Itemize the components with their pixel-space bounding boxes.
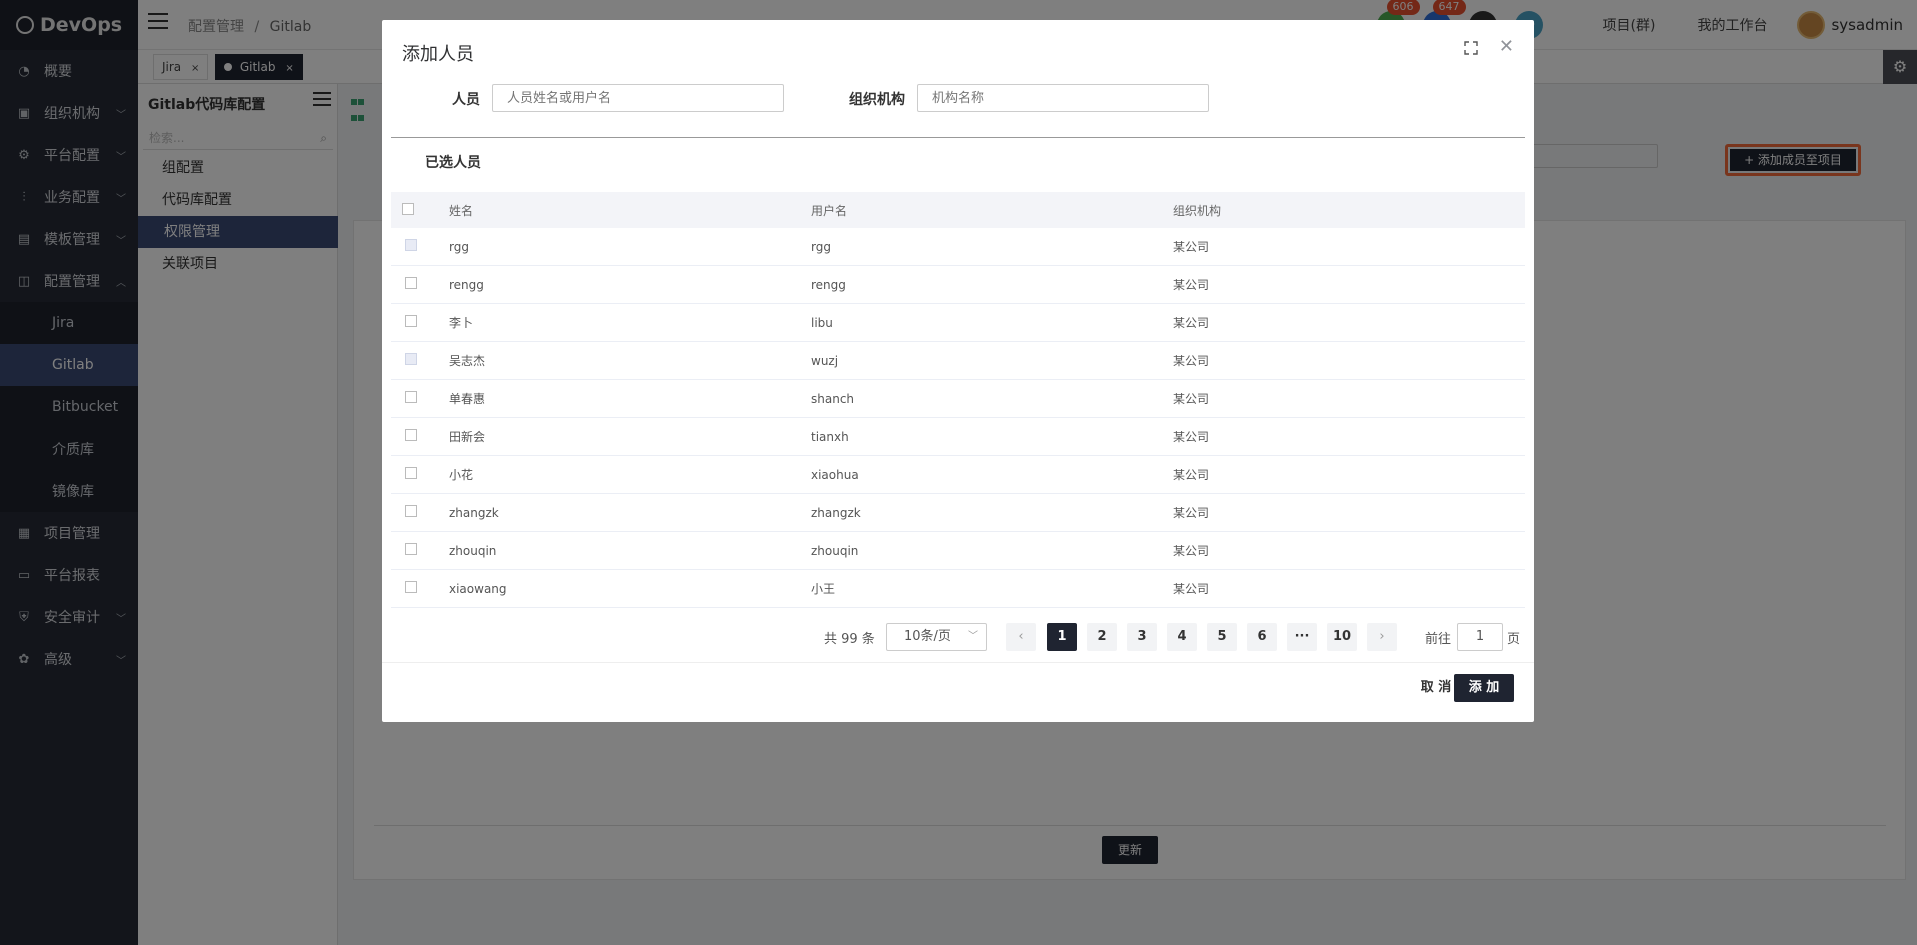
row-checkbox[interactable] [405, 505, 417, 517]
cell-name: 单春惠 [449, 392, 486, 406]
cell-username: rengg [811, 277, 846, 292]
cell-name: xiaowang [449, 581, 507, 596]
cell-org: 某公司 [1173, 316, 1210, 330]
goto-unit: 页 [1507, 632, 1521, 647]
cell-org: 某公司 [1173, 468, 1210, 482]
page-button[interactable]: 4 [1167, 623, 1197, 651]
cell-org: 某公司 [1173, 354, 1210, 368]
cell-username: 小王 [811, 582, 836, 596]
table-header: 姓名 用户名 组织机构 [391, 192, 1525, 228]
table-row[interactable]: 单春惠 shanch 某公司 [391, 380, 1525, 418]
table-row[interactable]: 李卜 libu 某公司 [391, 304, 1525, 342]
fullscreen-icon[interactable] [1464, 41, 1478, 55]
person-search-input[interactable] [492, 84, 784, 112]
table-row[interactable]: rengg rengg 某公司 [391, 266, 1525, 304]
cell-name: zhouqin [449, 543, 497, 558]
more-pages-button[interactable]: ··· [1287, 623, 1317, 651]
cell-org: 某公司 [1173, 582, 1210, 596]
table-row[interactable]: 吴志杰 wuzj 某公司 [391, 342, 1525, 380]
table-row[interactable]: zhouqin zhouqin 某公司 [391, 532, 1525, 570]
cell-name: 田新会 [449, 430, 486, 444]
divider [391, 137, 1525, 138]
page-button[interactable]: 10 [1327, 623, 1357, 651]
cell-org: 某公司 [1173, 278, 1210, 292]
cell-org: 某公司 [1173, 392, 1210, 406]
row-checkbox[interactable] [405, 581, 417, 593]
cell-name: 李卜 [449, 316, 474, 330]
table-row[interactable]: rgg rgg 某公司 [391, 228, 1525, 266]
person-label: 人员 [452, 92, 480, 108]
add-button[interactable]: 添 加 [1454, 674, 1514, 702]
page-button[interactable]: 1 [1047, 623, 1077, 651]
table-row[interactable]: zhangzk zhangzk 某公司 [391, 494, 1525, 532]
cell-name: zhangzk [449, 505, 499, 520]
person-table: 姓名 用户名 组织机构 rgg rgg 某公司 rengg rengg 某公司 李卜 libu… [391, 192, 1525, 608]
goto-label: 前往 [1425, 632, 1452, 647]
org-search-input[interactable] [917, 84, 1209, 112]
close-icon[interactable]: ✕ [1499, 36, 1514, 57]
select-all-checkbox[interactable] [402, 202, 414, 215]
page-button[interactable]: 6 [1247, 623, 1277, 651]
page-button[interactable]: 5 [1207, 623, 1237, 651]
cell-username: zhangzk [811, 505, 861, 520]
cell-org: 某公司 [1173, 240, 1210, 254]
chevron-down-icon: ﹀ [968, 631, 978, 642]
next-page-button[interactable]: › [1367, 623, 1397, 651]
cell-username: wuzj [811, 353, 839, 368]
page-button[interactable]: 2 [1087, 623, 1117, 651]
cell-name: rengg [449, 277, 484, 292]
table-row[interactable]: 田新会 tianxh 某公司 [391, 418, 1525, 456]
goto-page-input[interactable]: 1 [1457, 623, 1503, 651]
cell-name: 吴志杰 [449, 354, 486, 368]
row-checkbox[interactable] [405, 277, 417, 289]
column-header-username: 用户名 [811, 203, 848, 218]
row-checkbox[interactable] [405, 429, 417, 441]
cell-org: 某公司 [1173, 506, 1210, 520]
column-header-name: 姓名 [449, 203, 474, 218]
cell-username: shanch [811, 391, 855, 406]
cell-username: xiaohua [811, 467, 859, 482]
cell-org: 某公司 [1173, 430, 1210, 444]
row-checkbox[interactable] [405, 239, 417, 251]
selected-persons-label: 已选人员 [425, 155, 481, 171]
cell-username: libu [811, 315, 833, 330]
cell-name: rgg [449, 239, 469, 254]
dialog-title: 添加人员 [402, 44, 474, 65]
cell-username: rgg [811, 239, 831, 254]
page-button[interactable]: 3 [1127, 623, 1157, 651]
cell-username: tianxh [811, 429, 849, 444]
page-size-value: 10条/页 [904, 629, 951, 644]
pagination-total: 共 99 条 [824, 632, 875, 647]
row-checkbox[interactable] [405, 467, 417, 479]
cell-username: zhouqin [811, 543, 859, 558]
row-checkbox[interactable] [405, 315, 417, 327]
row-checkbox[interactable] [405, 543, 417, 555]
add-person-dialog: 添加人员 ✕ 人员 组织机构 已选人员 姓名 用户名 组织机构 rgg rgg 某公… [382, 20, 1534, 722]
cell-name: 小花 [449, 468, 474, 482]
page-size-select[interactable]: 10条/页 ﹀ [886, 623, 987, 651]
footer-divider [382, 662, 1534, 663]
column-header-org: 组织机构 [1173, 203, 1222, 218]
prev-page-button[interactable]: ‹ [1006, 623, 1036, 651]
row-checkbox[interactable] [405, 353, 417, 365]
table-row[interactable]: xiaowang 小王 某公司 [391, 570, 1525, 608]
org-label: 组织机构 [849, 92, 905, 108]
cell-org: 某公司 [1173, 544, 1210, 558]
table-row[interactable]: 小花 xiaohua 某公司 [391, 456, 1525, 494]
row-checkbox[interactable] [405, 391, 417, 403]
